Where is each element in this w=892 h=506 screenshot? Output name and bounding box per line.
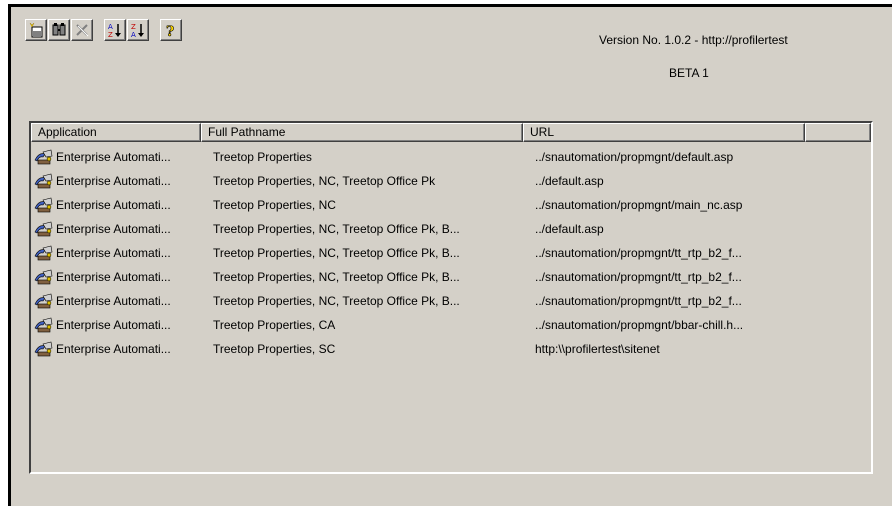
svg-text:Z: Z (131, 23, 136, 31)
cell-application: Enterprise Automati... (31, 268, 209, 286)
application-name: Enterprise Automati... (56, 318, 171, 332)
toolbar: A Z Z A ? (25, 17, 183, 43)
sort-descending-button[interactable]: Z A (127, 19, 149, 41)
help-icon: ? (166, 24, 175, 38)
application-icon (34, 245, 53, 261)
cell-url: ../snautomation/propmgnt/default.asp (535, 150, 734, 164)
cell-full-pathname: Treetop Properties, NC, Treetop Office P… (213, 174, 436, 188)
svg-text:A: A (108, 23, 113, 31)
new-item-button[interactable] (25, 19, 47, 41)
properties-icon (52, 23, 66, 36)
application-icon (34, 173, 53, 189)
cell-application: Enterprise Automati... (31, 340, 209, 358)
cell-application: Enterprise Automati... (31, 148, 209, 166)
new-item-icon (29, 22, 43, 38)
application-name: Enterprise Automati... (56, 270, 171, 284)
cell-application: Enterprise Automati... (31, 220, 209, 238)
column-header-application[interactable]: Application (31, 123, 201, 142)
cell-full-pathname: Treetop Properties (213, 150, 312, 164)
application-name: Enterprise Automati... (56, 294, 171, 308)
cell-full-pathname: Treetop Properties, CA (213, 318, 336, 332)
cell-application: Enterprise Automati... (31, 196, 209, 214)
properties-button[interactable] (48, 19, 70, 41)
sort-ascending-button[interactable]: A Z (104, 19, 126, 41)
application-name: Enterprise Automati... (56, 342, 171, 356)
application-icon (34, 221, 53, 237)
column-header-url[interactable]: URL (523, 123, 805, 142)
list-item[interactable]: Enterprise Automati... Treetop Properties… (31, 145, 871, 169)
column-header-empty[interactable] (805, 123, 871, 142)
cell-url: http:\\profilertest\sitenet (535, 342, 660, 356)
cell-url: ../default.asp (535, 222, 604, 236)
application-name: Enterprise Automati... (56, 174, 171, 188)
application-name: Enterprise Automati... (56, 246, 171, 260)
list-item[interactable]: Enterprise Automati... Treetop Properties… (31, 265, 871, 289)
list-header: Application Full Pathname URL (31, 123, 871, 142)
cell-url: ../snautomation/propmgnt/tt_rtp_b2_f... (535, 246, 742, 260)
application-name: Enterprise Automati... (56, 150, 171, 164)
application-list[interactable]: Application Full Pathname URL Enterprise… (29, 121, 873, 474)
version-label: Version No. 1.0.2 - http://profilertest (599, 33, 788, 47)
application-icon (34, 197, 53, 213)
help-button[interactable]: ? (160, 19, 182, 41)
cell-url: ../snautomation/propmgnt/tt_rtp_b2_f... (535, 270, 742, 284)
delete-button[interactable] (71, 19, 93, 41)
list-item[interactable]: Enterprise Automati... Treetop Properties… (31, 289, 871, 313)
sort-descending-icon: Z A (131, 23, 144, 38)
cell-application: Enterprise Automati... (31, 172, 209, 190)
cell-full-pathname: Treetop Properties, SC (213, 342, 336, 356)
list-item[interactable]: Enterprise Automati... Treetop Properties… (31, 241, 871, 265)
application-icon (34, 341, 53, 357)
delete-icon (76, 24, 89, 37)
svg-text:Z: Z (108, 31, 113, 38)
sort-ascending-icon: A Z (108, 23, 121, 38)
application-icon (34, 317, 53, 333)
cell-url: ../snautomation/propmgnt/tt_rtp_b2_f... (535, 294, 742, 308)
application-icon (34, 293, 53, 309)
cell-full-pathname: Treetop Properties, NC, Treetop Office P… (213, 246, 460, 260)
list-item[interactable]: Enterprise Automati... Treetop Properties… (31, 169, 871, 193)
cell-full-pathname: Treetop Properties, NC (213, 198, 336, 212)
application-name: Enterprise Automati... (56, 198, 171, 212)
list-item[interactable]: Enterprise Automati... Treetop Properties… (31, 337, 871, 361)
cell-full-pathname: Treetop Properties, NC, Treetop Office P… (213, 270, 460, 284)
cell-url: ../snautomation/propmgnt/bbar-chill.h... (535, 318, 744, 332)
cell-application: Enterprise Automati... (31, 316, 209, 334)
application-name: Enterprise Automati... (56, 222, 171, 236)
svg-text:A: A (131, 31, 136, 38)
cell-url: ../snautomation/propmgnt/main_nc.asp (535, 198, 743, 212)
svg-text:?: ? (166, 24, 174, 38)
list-item[interactable]: Enterprise Automati... Treetop Properties… (31, 193, 871, 217)
column-header-full-pathname[interactable]: Full Pathname (201, 123, 523, 142)
cell-full-pathname: Treetop Properties, NC, Treetop Office P… (213, 294, 460, 308)
application-icon (34, 269, 53, 285)
cell-full-pathname: Treetop Properties, NC, Treetop Office P… (213, 222, 460, 236)
list-body: Enterprise Automati... Treetop Properties… (31, 145, 871, 361)
application-icon (34, 149, 53, 165)
list-item[interactable]: Enterprise Automati... Treetop Properties… (31, 313, 871, 337)
cell-application: Enterprise Automati... (31, 292, 209, 310)
cell-application: Enterprise Automati... (31, 244, 209, 262)
beta-label: BETA 1 (669, 66, 709, 80)
list-item[interactable]: Enterprise Automati... Treetop Properties… (31, 217, 871, 241)
cell-url: ../default.asp (535, 174, 604, 188)
application-window: A Z Z A ? Version No. 1.0.2 - http://pro… (8, 4, 892, 506)
